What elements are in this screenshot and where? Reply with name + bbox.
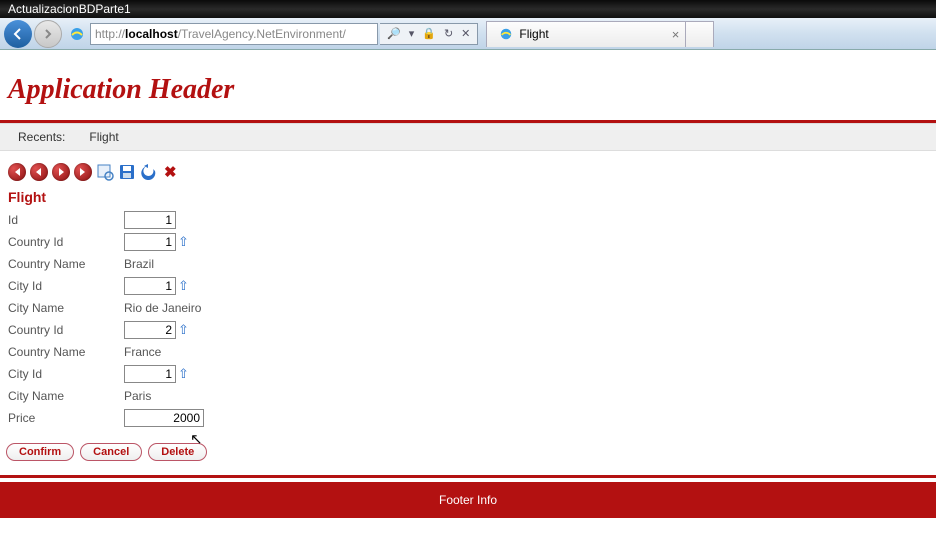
label-city-id-1: City Id [8, 279, 124, 293]
undo-button[interactable] [140, 163, 158, 181]
tab-close-icon[interactable]: × [672, 27, 680, 42]
form-title: Flight [0, 187, 936, 209]
tab-favicon [497, 25, 515, 43]
label-city-name-1: City Name [8, 301, 124, 315]
input-country-id-2[interactable] [124, 321, 176, 339]
stop-icon[interactable]: ✕ [458, 27, 473, 40]
nav-forward-button[interactable] [34, 20, 62, 48]
recents-bar: Recents: Flight [0, 123, 936, 151]
value-country-name-1: Brazil [124, 257, 154, 271]
tab-title: Flight [519, 27, 548, 41]
flight-form: Id Country Id ⇧ Country Name Brazil City… [0, 209, 936, 429]
refresh-icon[interactable]: ↻ [441, 27, 456, 40]
label-country-name-2: Country Name [8, 345, 124, 359]
footer-separator [0, 475, 936, 478]
input-city-id-1[interactable] [124, 277, 176, 295]
label-country-id-2: Country Id [8, 323, 124, 337]
delete-button[interactable]: Delete [148, 443, 207, 461]
label-city-id-2: City Id [8, 367, 124, 381]
url-prefix: http:// [95, 27, 125, 41]
url-path: /TravelAgency.NetEnvironment/ [178, 27, 346, 41]
label-country-name-1: Country Name [8, 257, 124, 271]
lock-icon[interactable]: 🔒 [419, 27, 439, 40]
recents-link[interactable]: Flight [89, 130, 118, 144]
dropdown-icon[interactable]: ▾ [406, 27, 418, 40]
ie-icon [68, 25, 86, 43]
cancel-button[interactable]: Cancel [80, 443, 142, 461]
value-city-name-2: Paris [124, 389, 151, 403]
input-price[interactable] [124, 409, 204, 427]
prompt-icon[interactable]: ⇧ [178, 278, 189, 294]
next-record-button[interactable] [52, 163, 70, 181]
select-button[interactable] [96, 163, 114, 181]
recents-label: Recents: [18, 130, 65, 144]
arrow-left-icon [11, 27, 25, 41]
input-city-id-2[interactable] [124, 365, 176, 383]
new-tab-button[interactable] [686, 21, 714, 47]
url-controls: 🔎 ▾ 🔒 ↻ ✕ [380, 23, 478, 45]
prompt-icon[interactable]: ⇧ [178, 322, 189, 338]
delete-icon-button[interactable]: ✖ [162, 163, 179, 181]
footer-text: Footer Info [439, 493, 497, 507]
arrow-right-icon [42, 28, 54, 40]
save-button[interactable] [118, 163, 136, 181]
footer: Footer Info [0, 482, 936, 518]
label-city-name-2: City Name [8, 389, 124, 403]
search-icon[interactable]: 🔎 [384, 27, 404, 40]
browser-navbar: http://localhost/TravelAgency.NetEnviron… [0, 18, 936, 50]
last-record-button[interactable] [74, 163, 92, 181]
label-country-id-1: Country Id [8, 235, 124, 249]
url-host: localhost [125, 27, 178, 41]
action-button-row: Confirm Cancel Delete [0, 429, 936, 475]
prompt-icon[interactable]: ⇧ [178, 234, 189, 250]
nav-back-button[interactable] [4, 20, 32, 48]
app-header: Application Header [0, 50, 936, 120]
label-price: Price [8, 411, 124, 425]
record-toolbar: ✖ [0, 151, 936, 187]
page-body: Application Header Recents: Flight ✖ Fli… [0, 50, 936, 518]
input-id[interactable] [124, 211, 176, 229]
value-city-name-1: Rio de Janeiro [124, 301, 201, 315]
prompt-icon[interactable]: ⇧ [178, 366, 189, 382]
first-record-button[interactable] [8, 163, 26, 181]
value-country-name-2: France [124, 345, 161, 359]
window-titlebar: ActualizacionBDParte1 [0, 0, 936, 18]
prev-record-button[interactable] [30, 163, 48, 181]
window-title: ActualizacionBDParte1 [8, 2, 131, 16]
browser-tab[interactable]: Flight × [486, 21, 686, 47]
input-country-id-1[interactable] [124, 233, 176, 251]
address-bar[interactable]: http://localhost/TravelAgency.NetEnviron… [90, 23, 378, 45]
confirm-button[interactable]: Confirm [6, 443, 74, 461]
label-id: Id [8, 213, 124, 227]
